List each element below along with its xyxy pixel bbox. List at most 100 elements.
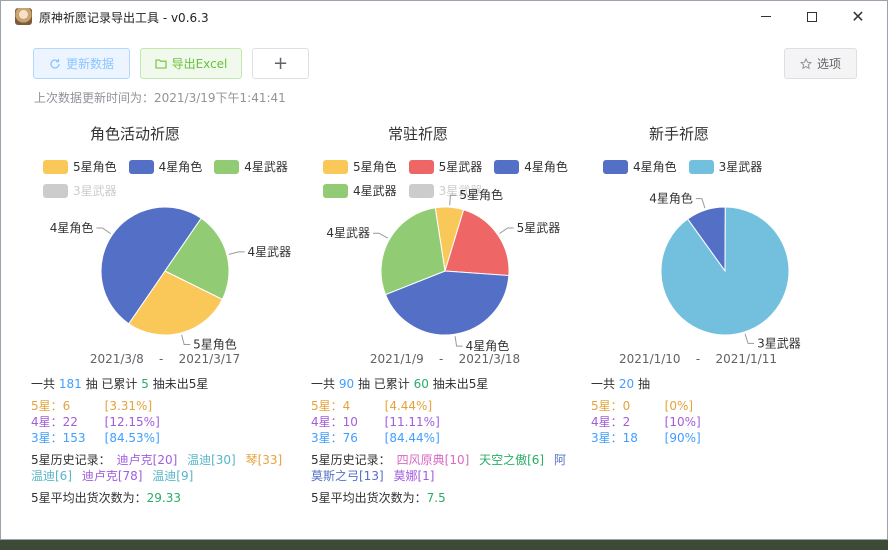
- slice-leader-line: [228, 251, 245, 255]
- date-end: 2021/3/18: [458, 352, 521, 366]
- legend-swatch: [603, 159, 628, 174]
- legend-item[interactable]: 4星角色: [494, 159, 568, 174]
- panel-beginner: 新手祈愿 4星角色 3星武器 4星角色 3星武器 2021/1/10 - 2021/1/1…: [591, 119, 861, 509]
- total-suffix: 抽: [357, 377, 370, 391]
- avg-prefix: 5星平均出货次数为：: [31, 491, 147, 505]
- slice-leader-line: [373, 232, 388, 239]
- plus-icon: +: [272, 53, 289, 74]
- maximize-button[interactable]: [789, 1, 835, 32]
- legend-label: 4星角色: [158, 160, 203, 174]
- history-entry: 四风原典[10]: [396, 453, 470, 467]
- total-line: 一共 181 抽 已累计 5 抽未出5星: [31, 376, 293, 392]
- panel-title: 角色活动祈愿: [89, 125, 180, 143]
- options-button[interactable]: 选项: [784, 48, 857, 79]
- date-separator: -: [439, 352, 444, 366]
- rarity-label: 5星：: [31, 399, 63, 413]
- slice-leader-line: [181, 334, 191, 346]
- five-star-average: 5星平均出货次数为：29.33: [31, 490, 293, 506]
- total-prefix: 一共: [311, 377, 336, 391]
- rarity-percent: [12.15%]: [104, 415, 160, 429]
- date-range: 2021/3/8 - 2021/3/17: [31, 352, 299, 366]
- minimize-button[interactable]: [743, 1, 789, 32]
- title-bar[interactable]: 原神祈愿记录导出工具 - v0.6.3 ✕: [1, 1, 887, 32]
- slice-leader-line: [499, 227, 514, 235]
- legend-item[interactable]: 3星武器: [688, 159, 762, 174]
- slice-label: 4星武器: [326, 226, 370, 240]
- slice-label: 5星角色: [459, 188, 503, 202]
- last-update-text: 上次数据更新时间为：2021/3/19下午1:41:41: [34, 91, 286, 105]
- slice-leader-line: [744, 333, 755, 344]
- legend-swatch: [43, 159, 68, 174]
- legend-item[interactable]: 4星武器: [214, 159, 288, 174]
- slice-label: 3星武器: [757, 336, 801, 350]
- since-count: 5: [141, 377, 149, 391]
- legend-label: 5星武器: [438, 160, 483, 174]
- rarity-label: 3星：: [31, 431, 63, 445]
- rarity-count: 10: [342, 415, 358, 429]
- refresh-data-label: 更新数据: [65, 57, 114, 71]
- panel-title: 常驻祈愿: [387, 125, 448, 143]
- legend-item[interactable]: 5星武器: [408, 159, 483, 174]
- history-entry: 迪卢克[20]: [116, 453, 178, 467]
- total-suffix: 抽: [637, 377, 650, 391]
- five-star-average: 5星平均出货次数为：7.5: [311, 490, 573, 506]
- legend-item[interactable]: 4星角色: [128, 159, 203, 174]
- rarity-count: 2: [622, 415, 631, 429]
- rarity-row: 5星：6 [3.31%]: [31, 398, 293, 414]
- rarity-row: 4星：10 [11.11%]: [311, 414, 573, 430]
- maximize-icon: [807, 11, 817, 22]
- date-start: 2021/1/10: [619, 352, 681, 366]
- rarity-row: 3星：76 [84.44%]: [311, 430, 573, 446]
- pie-slice[interactable]: [660, 206, 790, 336]
- history-entry: 天空之傲[6]: [479, 453, 545, 467]
- app-logo-icon: [15, 8, 32, 25]
- history-entry: 迪卢克[78]: [81, 469, 143, 483]
- legend-swatch: [688, 159, 714, 174]
- history-entry: 莫娜[1]: [393, 469, 435, 483]
- slice-leader-line: [454, 336, 463, 347]
- total-line: 一共 90 抽 已累计 60 抽未出5星: [311, 376, 573, 392]
- total-count: 181: [58, 377, 82, 391]
- legend-item[interactable]: 4星角色: [603, 159, 677, 174]
- rarity-row: 4星：22 [12.15%]: [31, 414, 293, 430]
- five-star-history: 5星历史记录： 四风原典[10] 天空之傲[6] 阿莫斯之弓[13] 莫娜[1]: [311, 452, 573, 484]
- since-suffix: 抽未出5星: [152, 377, 209, 391]
- rarity-label: 4星：: [311, 415, 343, 429]
- slice-label: 5星武器: [517, 221, 561, 235]
- add-account-button[interactable]: +: [252, 48, 309, 79]
- window-title: 原神祈愿记录导出工具 - v0.6.3: [39, 11, 209, 25]
- rarity-percent: [11.11%]: [384, 415, 440, 429]
- minimize-icon: [761, 16, 771, 17]
- refresh-data-button[interactable]: 更新数据: [33, 48, 130, 79]
- legend-item[interactable]: 5星角色: [43, 159, 117, 174]
- legend-swatch: [323, 159, 348, 174]
- legend-label: 4星武器: [244, 160, 288, 174]
- avg-value: 7.5: [426, 491, 446, 505]
- rarity-label: 5星：: [591, 399, 623, 413]
- rarity-percent: [0%]: [664, 399, 694, 413]
- rarity-row: 3星：153 [84.53%]: [31, 430, 293, 446]
- legend-label: 3星武器: [73, 184, 117, 198]
- legend-item[interactable]: 3星武器: [43, 183, 117, 198]
- legend-item[interactable]: 4星武器: [323, 183, 397, 198]
- panel-title: 新手祈愿: [648, 125, 709, 143]
- since-count: 60: [413, 377, 429, 391]
- pull-stats: 一共 90 抽 已累计 60 抽未出5星 5星：4 [4.44%] 4星：10 [11.…: [311, 376, 573, 506]
- legend-label: 5星角色: [353, 160, 397, 174]
- legend-swatch: [214, 159, 240, 174]
- since-prefix: 已累计: [373, 377, 410, 391]
- chart-legend: 5星角色 5星武器 4星角色 4星武器 3星武器: [323, 159, 578, 198]
- rarity-percent: [4.44%]: [384, 399, 433, 413]
- rarity-row: 5星：0 [0%]: [591, 398, 853, 414]
- date-start: 2021/1/9: [369, 352, 424, 366]
- export-excel-button[interactable]: 导出Excel: [140, 48, 242, 79]
- total-count: 90: [338, 377, 355, 391]
- panel-character-event: 角色活动祈愿 5星角色 4星角色 4星武器 3星武器 5星角色 4星角色 4星武器 2021/3…: [31, 119, 301, 509]
- slice-leader-line: [96, 227, 111, 235]
- slice-label: 4星角色: [50, 221, 94, 235]
- pie-chart: 4星角色 3星武器: [649, 192, 801, 351]
- date-end: 2021/3/17: [178, 352, 241, 366]
- close-button[interactable]: ✕: [835, 1, 881, 32]
- legend-item[interactable]: 5星角色: [323, 159, 397, 174]
- legend-swatch: [323, 183, 348, 198]
